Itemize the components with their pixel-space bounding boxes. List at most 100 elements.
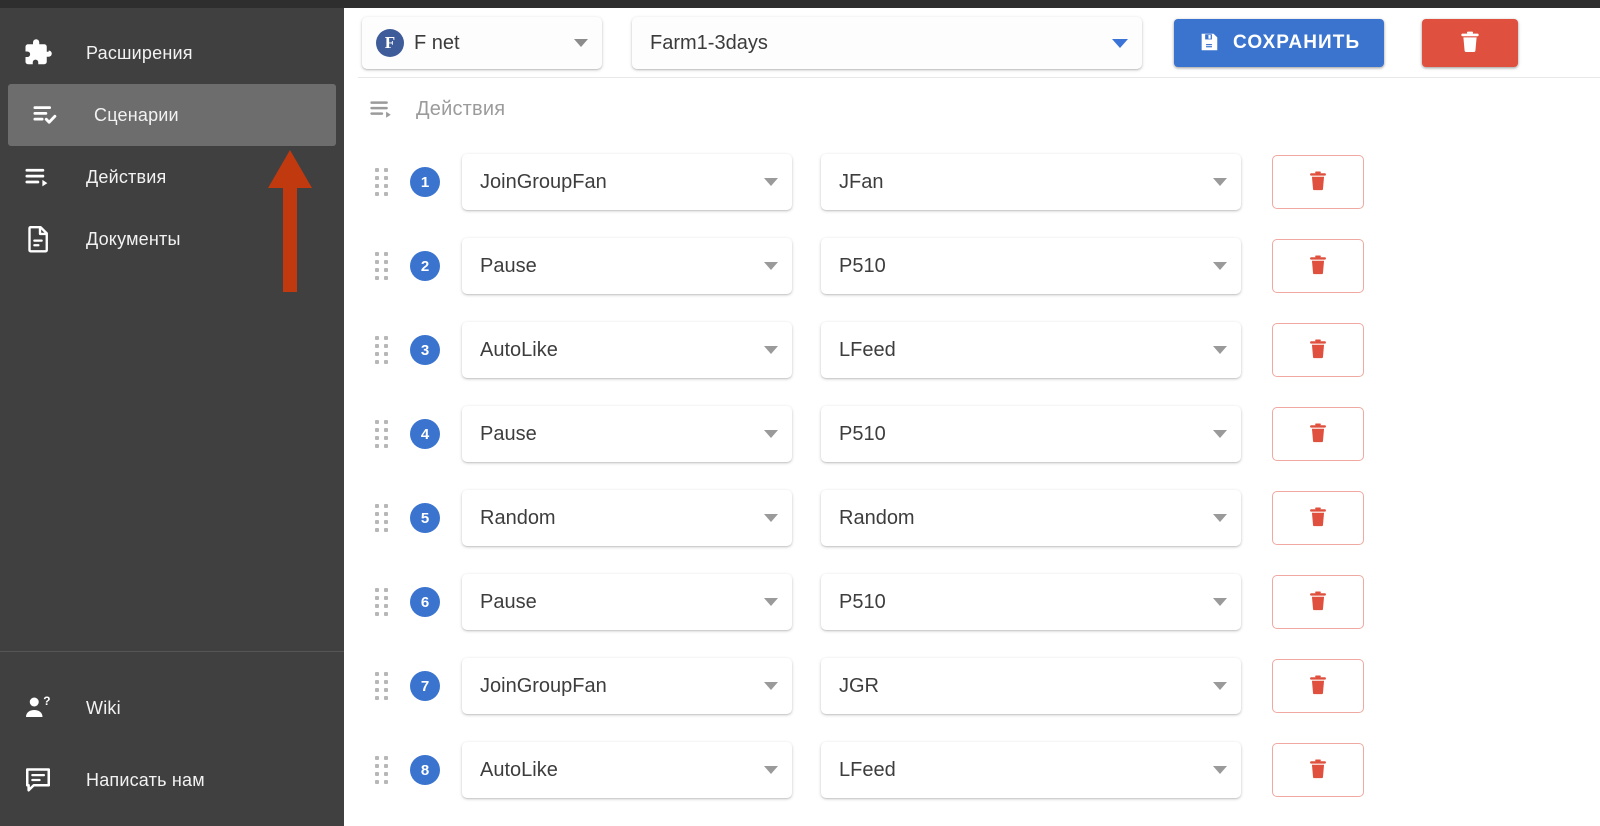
action-param-select[interactable]: JGR: [821, 658, 1241, 714]
save-floppy-icon: [1198, 31, 1220, 56]
drag-handle-icon[interactable]: [368, 252, 394, 280]
trash-icon: [1458, 30, 1482, 57]
facebook-badge-icon: F: [376, 29, 404, 57]
row-index-badge: 7: [410, 671, 440, 701]
chevron-down-icon: [1112, 38, 1128, 48]
action-param-select[interactable]: LFeed: [821, 322, 1241, 378]
sidebar-item-label: Wiki: [86, 697, 121, 718]
chevron-down-icon: [764, 766, 778, 774]
scenario-select[interactable]: Farm1-3days: [632, 17, 1142, 69]
action-type-select[interactable]: AutoLike: [462, 742, 792, 798]
delete-row-button[interactable]: [1272, 659, 1364, 713]
list-play-icon: [12, 162, 64, 192]
main-content: F F net Farm1-3days СОХРАНИТЬ Действия 1…: [344, 8, 1600, 826]
delete-row-button[interactable]: [1272, 323, 1364, 377]
sidebar-item-label: Написать нам: [86, 769, 205, 790]
delete-row-button[interactable]: [1272, 239, 1364, 293]
table-row: 4 Pause P510: [368, 392, 1600, 476]
actions-section-header: Действия: [344, 78, 1600, 140]
chevron-down-icon: [764, 262, 778, 270]
action-type-value: AutoLike: [480, 758, 558, 781]
chevron-down-icon: [764, 514, 778, 522]
action-type-select[interactable]: AutoLike: [462, 322, 792, 378]
delete-row-button[interactable]: [1272, 491, 1364, 545]
sidebar-item-scenarios[interactable]: Сценарии: [8, 84, 336, 146]
drag-handle-icon[interactable]: [368, 588, 394, 616]
trash-icon: [1307, 674, 1329, 699]
sidebar-item-label: Документы: [86, 228, 181, 249]
app-root: Расширения Сценарии Действия Документы ?…: [0, 0, 1600, 826]
action-param-value: P510: [839, 422, 886, 445]
table-row: 1 JoinGroupFan JFan: [368, 140, 1600, 224]
chevron-down-icon: [1213, 766, 1227, 774]
scenario-toolbar: F F net Farm1-3days СОХРАНИТЬ: [344, 8, 1600, 78]
chevron-down-icon: [574, 39, 588, 47]
svg-text:?: ?: [43, 694, 50, 708]
action-param-value: Random: [839, 506, 915, 529]
save-button[interactable]: СОХРАНИТЬ: [1174, 19, 1385, 67]
network-select[interactable]: F F net: [362, 17, 602, 69]
sidebar-item-extensions[interactable]: Расширения: [0, 22, 344, 84]
drag-handle-icon[interactable]: [368, 420, 394, 448]
sidebar-item-contact-us[interactable]: Написать нам: [0, 744, 344, 816]
drag-handle-icon[interactable]: [368, 504, 394, 532]
sidebar-bottom-group: ? Wiki Написать нам: [0, 652, 344, 826]
puzzle-icon: [12, 38, 64, 68]
delete-row-button[interactable]: [1272, 743, 1364, 797]
chevron-down-icon: [1213, 682, 1227, 690]
scenario-select-value: Farm1-3days: [650, 31, 768, 54]
action-type-value: JoinGroupFan: [480, 674, 607, 697]
action-type-value: JoinGroupFan: [480, 170, 607, 193]
delete-scenario-button[interactable]: [1422, 19, 1519, 67]
chevron-down-icon: [1213, 430, 1227, 438]
chevron-down-icon: [764, 430, 778, 438]
drag-handle-icon[interactable]: [368, 672, 394, 700]
table-row: 8 AutoLike LFeed: [368, 728, 1600, 812]
chevron-down-icon: [764, 178, 778, 186]
table-row: 6 Pause P510: [368, 560, 1600, 644]
row-index-badge: 6: [410, 587, 440, 617]
action-param-select[interactable]: JFan: [821, 154, 1241, 210]
action-param-value: P510: [839, 590, 886, 613]
table-row: 3 AutoLike LFeed: [368, 308, 1600, 392]
action-type-select[interactable]: Pause: [462, 238, 792, 294]
action-param-select[interactable]: P510: [821, 406, 1241, 462]
chevron-down-icon: [1213, 514, 1227, 522]
drag-handle-icon[interactable]: [368, 756, 394, 784]
trash-icon: [1307, 338, 1329, 363]
action-type-value: Random: [480, 506, 556, 529]
delete-row-button[interactable]: [1272, 155, 1364, 209]
network-select-value: F net: [414, 31, 460, 54]
action-type-select[interactable]: JoinGroupFan: [462, 658, 792, 714]
action-type-value: Pause: [480, 590, 537, 613]
row-index-badge: 5: [410, 503, 440, 533]
action-type-select[interactable]: Random: [462, 490, 792, 546]
action-param-select[interactable]: LFeed: [821, 742, 1241, 798]
action-type-value: Pause: [480, 422, 537, 445]
action-type-select[interactable]: JoinGroupFan: [462, 154, 792, 210]
sidebar-item-label: Сценарии: [94, 104, 179, 125]
action-param-select[interactable]: Random: [821, 490, 1241, 546]
action-param-select[interactable]: P510: [821, 574, 1241, 630]
trash-icon: [1307, 758, 1329, 783]
sidebar-item-actions[interactable]: Действия: [0, 146, 344, 208]
action-param-value: LFeed: [839, 338, 896, 361]
action-type-select[interactable]: Pause: [462, 574, 792, 630]
actions-list: 1 JoinGroupFan JFan 2 Pause P510 3 AutoL…: [344, 140, 1600, 812]
delete-row-button[interactable]: [1272, 407, 1364, 461]
table-row: 7 JoinGroupFan JGR: [368, 644, 1600, 728]
drag-handle-icon[interactable]: [368, 336, 394, 364]
delete-row-button[interactable]: [1272, 575, 1364, 629]
sidebar-item-wiki[interactable]: ? Wiki: [0, 672, 344, 744]
trash-icon: [1307, 254, 1329, 279]
sidebar-item-documents[interactable]: Документы: [0, 208, 344, 270]
chat-bubble-icon: [12, 765, 64, 795]
drag-handle-icon[interactable]: [368, 168, 394, 196]
trash-icon: [1307, 422, 1329, 447]
action-type-select[interactable]: Pause: [462, 406, 792, 462]
row-index-badge: 3: [410, 335, 440, 365]
action-param-value: LFeed: [839, 758, 896, 781]
action-param-select[interactable]: P510: [821, 238, 1241, 294]
save-button-label: СОХРАНИТЬ: [1233, 32, 1361, 53]
